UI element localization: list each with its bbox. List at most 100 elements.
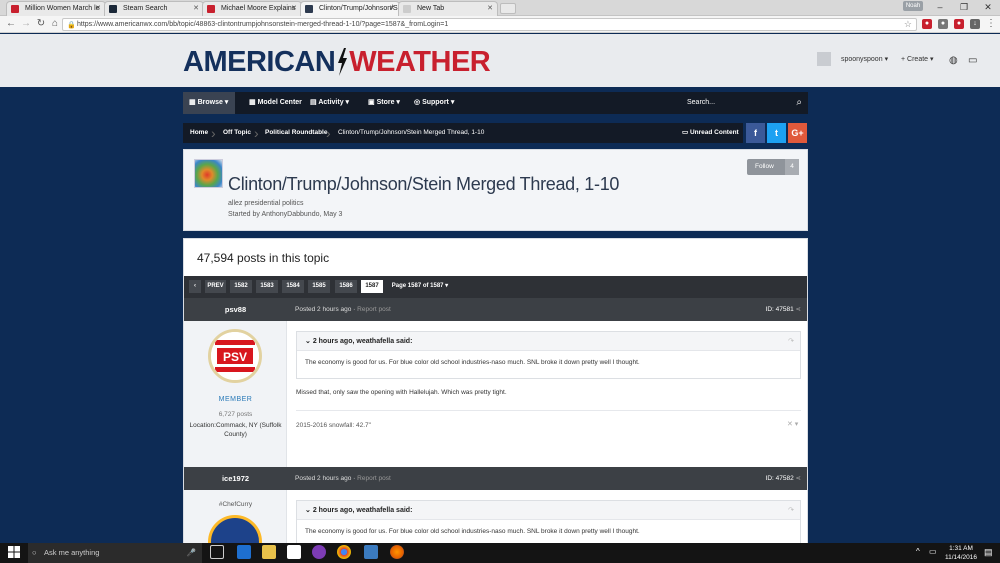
minimize-icon[interactable]: –: [928, 0, 952, 16]
breadcrumb-political-roundtable[interactable]: Political Roundtable: [265, 123, 327, 143]
extension-icon[interactable]: ●: [938, 19, 948, 29]
first-page-icon[interactable]: ‹: [189, 280, 201, 293]
tab-close-icon[interactable]: ✕: [291, 2, 297, 16]
thread-header-card: Clinton/Trump/Johnson/Stein Merged Threa…: [183, 149, 808, 231]
cortana-search-input[interactable]: ○ Ask me anything 🎤: [28, 543, 202, 563]
taskbar-clock[interactable]: 1:31 AM 11/14/2016: [943, 544, 979, 562]
hide-signature-icon[interactable]: ✕ ▾: [787, 420, 798, 428]
globe-icon[interactable]: ◍: [949, 55, 958, 66]
share-icon[interactable]: ⋖: [796, 306, 801, 313]
chevron-down-icon: ▾: [884, 56, 889, 63]
task-view-icon[interactable]: [210, 545, 224, 559]
maximize-icon[interactable]: ❐: [952, 0, 976, 16]
expand-icon[interactable]: ⌄: [305, 507, 313, 514]
edge-icon[interactable]: [237, 545, 251, 559]
member-rank: MEMBER: [218, 396, 253, 403]
twitter-share-icon[interactable]: t: [767, 123, 786, 143]
extension-icon[interactable]: ↓: [970, 19, 980, 29]
report-post-link[interactable]: Report post: [357, 475, 391, 482]
page-link[interactable]: 1582: [230, 280, 252, 293]
network-icon[interactable]: ▭: [929, 547, 937, 556]
firefox-icon[interactable]: [390, 545, 404, 559]
tray-chevron-up-icon[interactable]: ^: [916, 547, 920, 556]
page-link-current[interactable]: 1587: [361, 280, 383, 293]
address-bar[interactable]: 🔒 https://www.americanwx.com/bb/topic/48…: [62, 18, 917, 31]
browser-tab[interactable]: New Tab ✕: [398, 1, 498, 16]
nav-model-center[interactable]: ▦ Model Center: [243, 92, 308, 114]
unread-content-link[interactable]: ▭ Unread Content: [682, 123, 739, 143]
share-icon[interactable]: ⋖: [796, 475, 801, 482]
page-link[interactable]: 1585: [308, 280, 330, 293]
browser-tab[interactable]: Million Women March le ✕: [6, 1, 106, 16]
quote-author: 2 hours ago, weathafella said:: [312, 338, 413, 345]
page-link[interactable]: 1584: [282, 280, 304, 293]
window-close-icon[interactable]: ✕: [976, 0, 1000, 16]
search-icon[interactable]: ⌕: [796, 92, 802, 114]
post-author-panel: PSV MEMBER 6,727 posts Location:Commack,…: [184, 321, 287, 467]
tab-close-icon[interactable]: ✕: [95, 2, 101, 16]
windows-start-icon[interactable]: [8, 546, 20, 558]
prev-page-button[interactable]: PREV: [205, 280, 226, 293]
quote-header: ⌄ 2 hours ago, weathafella said: ↷: [297, 501, 800, 520]
facebook-share-icon[interactable]: f: [746, 123, 765, 143]
post-author-name[interactable]: psv88: [184, 298, 287, 321]
microphone-icon[interactable]: 🎤: [187, 543, 196, 563]
author-avatar[interactable]: [194, 159, 223, 188]
create-menu[interactable]: + Create ▾: [901, 52, 934, 68]
reload-icon[interactable]: ↻: [35, 18, 47, 30]
page-jump[interactable]: Page 1587 of 1587 ▾: [390, 280, 450, 293]
extension-icon[interactable]: ●: [922, 19, 932, 29]
search-circle-icon: ○: [32, 548, 37, 557]
expand-icon[interactable]: ⌄: [305, 338, 313, 345]
started-by-user[interactable]: AnthonyDabbundo: [261, 211, 319, 218]
post-header: psv88 Posted 2 hours ago · Report post I…: [184, 298, 807, 321]
chrome-icon[interactable]: [337, 545, 351, 559]
report-post-link[interactable]: Report post: [357, 306, 391, 313]
nav-label: Model Center: [257, 99, 302, 106]
thread-title: Clinton/Trump/Johnson/Stein Merged Threa…: [228, 174, 620, 194]
tab-favicon-icon: [403, 5, 411, 13]
browser-tab[interactable]: Steam Search ✕: [104, 1, 204, 16]
forward-arrow-icon[interactable]: →: [20, 18, 32, 30]
breadcrumb-off-topic[interactable]: Off Topic: [223, 123, 251, 143]
notifications-icon[interactable]: ▤: [984, 547, 993, 558]
search-input[interactable]: Search... ⌕: [683, 92, 808, 114]
site-logo[interactable]: AMERICAN WEATHER: [183, 46, 491, 78]
nav-activity[interactable]: ▤ Activity ▾: [304, 92, 355, 114]
post-header: ice1972 Posted 2 hours ago · Report post…: [184, 467, 807, 490]
file-explorer-icon[interactable]: [262, 545, 276, 559]
app-icon[interactable]: [312, 545, 326, 559]
inbox-icon[interactable]: ▭: [968, 55, 977, 66]
google-plus-share-icon[interactable]: G+: [788, 123, 807, 143]
psv-logo-avatar[interactable]: PSV: [208, 329, 262, 383]
browser-tab-active[interactable]: Clinton/Trump/Johnson/S ✕: [300, 1, 400, 16]
tab-close-icon[interactable]: ✕: [389, 2, 395, 16]
breadcrumb-home[interactable]: Home: [190, 123, 208, 143]
app-icon[interactable]: [364, 545, 378, 559]
menu-icon[interactable]: ⋮: [985, 18, 997, 30]
post-meta: Posted 2 hours ago · Report post: [295, 475, 391, 482]
home-icon[interactable]: ⌂: [49, 18, 61, 30]
page-link[interactable]: 1586: [335, 280, 357, 293]
quote-text: The economy is good for us. For blue col…: [305, 359, 640, 366]
page-link[interactable]: 1583: [256, 280, 278, 293]
nav-store[interactable]: ▣ Store ▾: [362, 92, 406, 114]
extension-icon[interactable]: ●: [954, 19, 964, 29]
profile-badge[interactable]: Noah: [903, 1, 923, 11]
browser-tab[interactable]: Michael Moore Explains ✕: [202, 1, 302, 16]
tab-close-icon[interactable]: ✕: [487, 2, 493, 16]
nav-support[interactable]: ◎ Support ▾: [408, 92, 460, 114]
quote-link-icon[interactable]: ↷: [788, 332, 794, 351]
tab-close-icon[interactable]: ✕: [193, 2, 199, 16]
nav-browse[interactable]: ▦ Browse ▾: [183, 92, 235, 114]
tab-label: Million Women March le: [25, 5, 100, 12]
tab-label: Clinton/Trump/Johnson/S: [319, 5, 398, 12]
quote-link-icon[interactable]: ↷: [788, 501, 794, 520]
new-tab-button[interactable]: [500, 3, 516, 14]
user-menu[interactable]: spoonyspoon ▾: [817, 52, 888, 68]
store-icon[interactable]: [287, 545, 301, 559]
bookmark-star-icon[interactable]: ☆: [904, 19, 912, 30]
post-author-name[interactable]: ice1972: [184, 467, 287, 490]
back-arrow-icon[interactable]: ←: [5, 18, 17, 30]
follow-button[interactable]: Follow 4: [747, 159, 799, 175]
